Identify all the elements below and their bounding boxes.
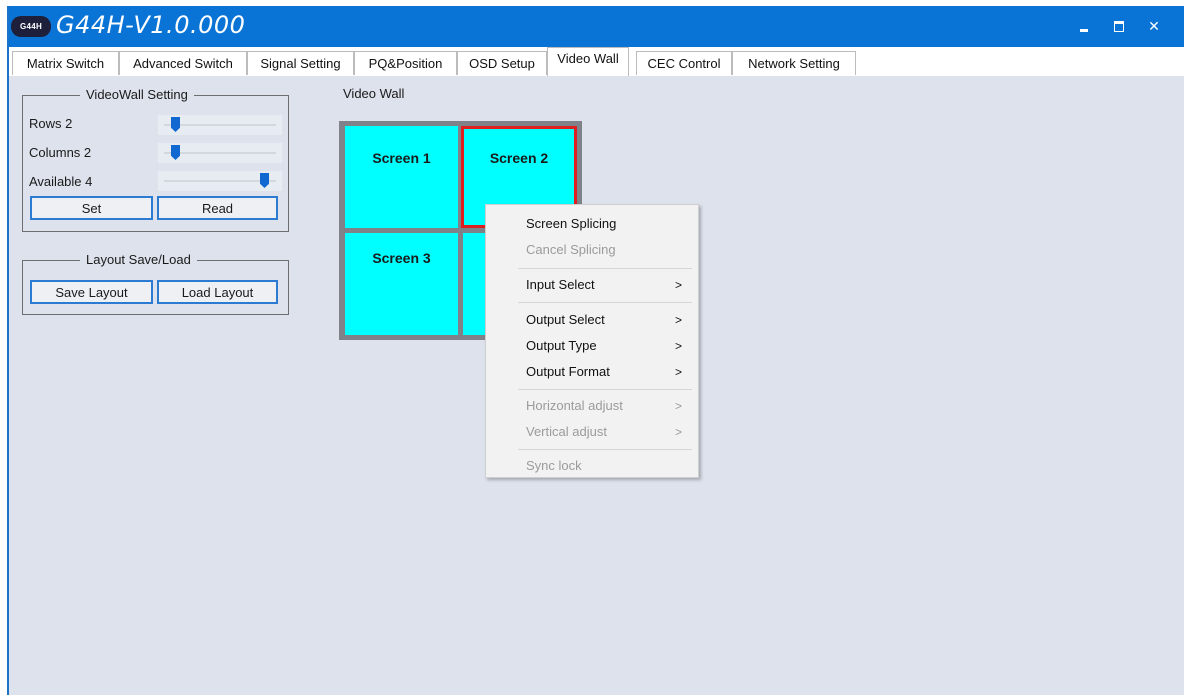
menu-item-sync-lock: Sync lock [526,455,690,477]
chevron-right-icon: > [674,313,682,327]
screen-1[interactable]: Screen 1 [345,126,458,228]
tab-advanced-switch[interactable]: Advanced Switch [119,51,247,75]
screen-3[interactable]: Screen 3 [345,233,458,335]
tab-pq-position[interactable]: PQ&Position [354,51,457,75]
layout-save-load-title: Layout Save/Load [80,252,197,267]
available-slider[interactable] [158,171,282,191]
screen-1-label: Screen 1 [372,150,431,166]
title-bar[interactable]: G44H G44H-V1.0.000 ✕ [9,6,1184,47]
menu-item-label: Screen Splicing [526,216,617,231]
minimize-button[interactable] [1067,6,1101,47]
menu-item-input-select[interactable]: Input Select > [526,274,690,296]
columns-slider[interactable] [158,143,282,163]
menu-item-label: Horizontal adjust [526,398,623,413]
close-icon: ✕ [1148,18,1160,34]
tab-strip: Matrix Switch Advanced Switch Signal Set… [9,47,1184,76]
tab-network-setting[interactable]: Network Setting [732,51,856,75]
menu-item-label: Input Select [526,277,595,292]
menu-separator [518,389,692,390]
tab-osd-setup[interactable]: OSD Setup [457,51,547,75]
menu-separator [518,449,692,450]
chevron-right-icon: > [674,399,682,413]
video-wall-label: Video Wall [343,86,405,101]
chevron-right-icon: > [674,425,682,439]
menu-item-horizontal-adjust: Horizontal adjust > [526,395,690,417]
app-window: G44H G44H-V1.0.000 ✕ Matrix Switch Advan… [7,6,1184,695]
menu-separator [518,302,692,303]
videowall-setting-group: VideoWall Setting Rows 2 Columns 2 Avail… [22,87,289,232]
menu-item-label: Output Select [526,312,605,327]
chevron-right-icon: > [674,339,682,353]
columns-slider-thumb[interactable] [171,145,180,160]
menu-item-output-type[interactable]: Output Type > [526,335,690,357]
menu-item-label: Sync lock [526,458,582,473]
screen-2-label: Screen 2 [489,150,549,166]
layout-save-load-group: Layout Save/Load Save Layout Load Layout [22,252,289,315]
close-button[interactable]: ✕ [1137,6,1171,47]
load-layout-button[interactable]: Load Layout [157,280,278,304]
set-button[interactable]: Set [30,196,153,220]
context-menu: Screen Splicing Cancel Splicing Input Se… [485,204,699,478]
maximize-icon [1114,21,1124,32]
chevron-right-icon: > [674,365,682,379]
save-layout-button[interactable]: Save Layout [30,280,153,304]
available-slider-thumb[interactable] [260,173,269,188]
menu-separator [518,268,692,269]
maximize-button[interactable] [1102,6,1136,47]
videowall-setting-title: VideoWall Setting [80,87,194,102]
screen-3-label: Screen 3 [372,250,431,266]
menu-item-vertical-adjust: Vertical adjust > [526,421,690,443]
tab-cec-control[interactable]: CEC Control [636,51,732,75]
menu-item-screen-splicing[interactable]: Screen Splicing [526,213,690,235]
menu-item-label: Output Format [526,364,610,379]
menu-item-label: Cancel Splicing [526,242,616,257]
read-button[interactable]: Read [157,196,278,220]
minimize-icon [1080,28,1088,32]
rows-slider[interactable] [158,115,282,135]
menu-item-output-format[interactable]: Output Format > [526,361,690,383]
menu-item-label: Output Type [526,338,597,353]
menu-item-output-select[interactable]: Output Select > [526,309,690,331]
columns-label: Columns 2 [29,145,92,160]
menu-item-label: Vertical adjust [526,424,607,439]
window-title: G44H-V1.0.000 [56,11,246,39]
chevron-right-icon: > [674,278,682,292]
menu-item-cancel-splicing: Cancel Splicing [526,239,690,261]
available-label: Available 4 [29,174,93,189]
rows-label: Rows 2 [29,116,73,131]
rows-slider-thumb[interactable] [171,117,180,132]
tab-matrix-switch[interactable]: Matrix Switch [12,51,119,75]
app-logo: G44H [11,16,51,37]
tab-video-wall[interactable]: Video Wall [547,47,629,76]
tab-signal-setting[interactable]: Signal Setting [247,51,354,75]
